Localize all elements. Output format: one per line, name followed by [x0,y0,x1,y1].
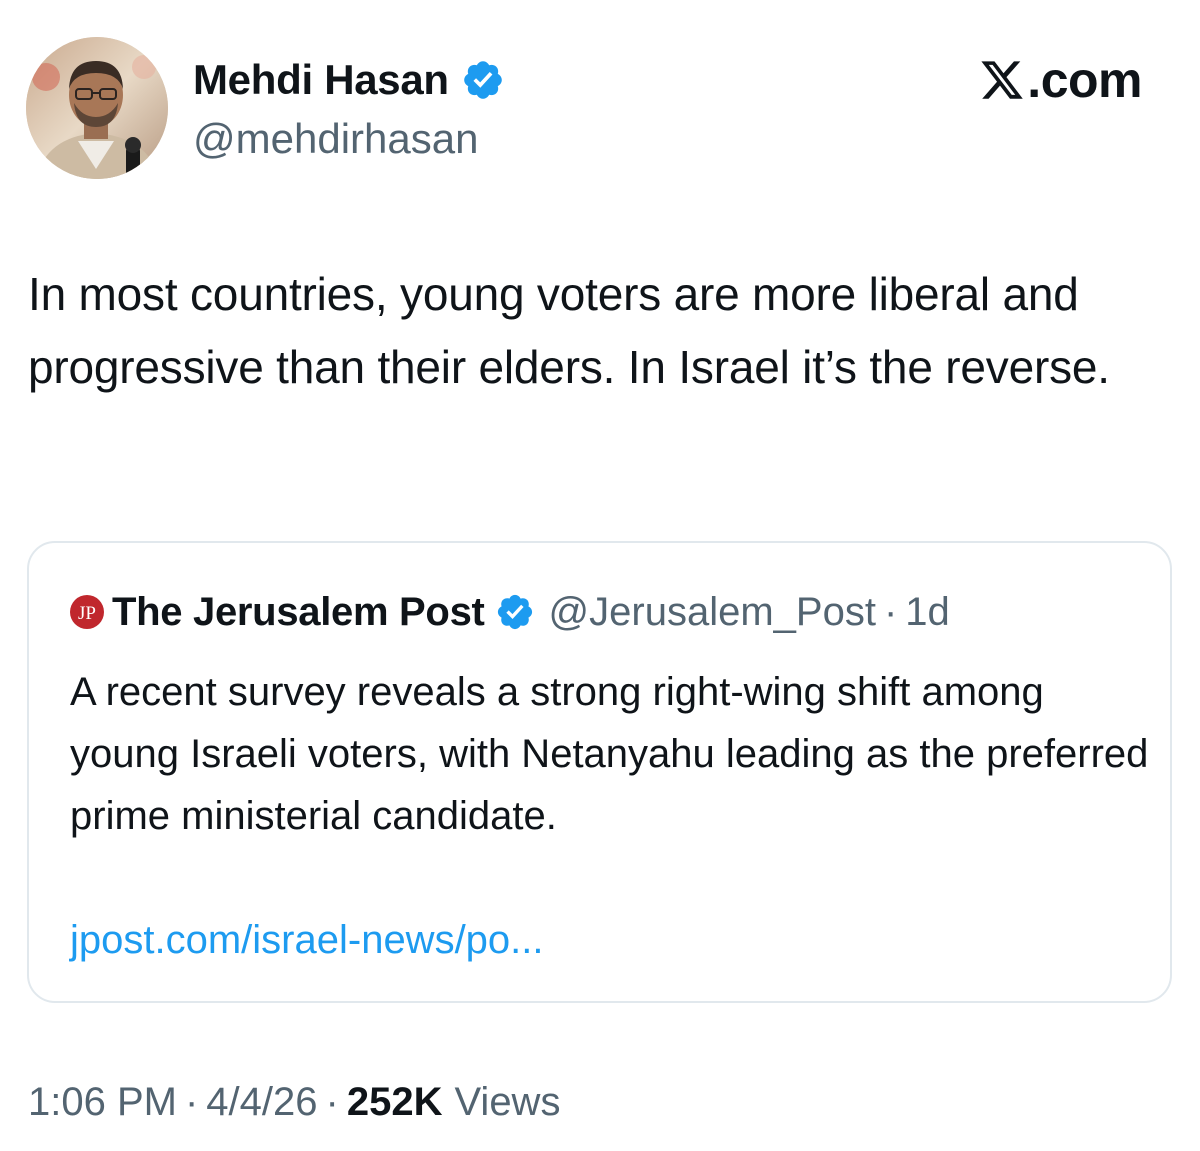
meta-separator: · [184,1080,199,1124]
quoted-tweet-link[interactable]: jpost.com/israel-news/po... [70,909,544,971]
x-com-brand: .com [979,52,1142,108]
x-logo-icon [981,61,1024,99]
views-count: 252K [346,1080,443,1124]
author-avatar[interactable] [26,37,168,179]
avatar-photo [26,37,168,179]
quoted-verified-badge-icon [497,594,532,630]
quoted-author-name[interactable]: The Jerusalem Post [112,590,485,635]
quoted-header-separator: · [883,589,898,634]
tweet-date[interactable]: 4/4/26 [206,1080,317,1125]
svg-text:JP: JP [78,603,96,624]
tweet-meta: 1:06 PM · 4/4/26 · 252K Views [28,1080,560,1125]
author-name-row[interactable]: Mehdi Hasan [193,55,505,105]
quoted-tweet-text: A recent survey reveals a strong right-w… [70,670,1149,838]
verified-badge-icon [463,61,502,99]
brand-domain-suffix: .com [1027,52,1142,108]
tweet-time[interactable]: 1:06 PM [28,1080,177,1125]
tweet-text: In most countries, young voters are more… [28,268,1110,393]
author-name[interactable]: Mehdi Hasan [193,56,449,104]
jerusalem-post-logo-icon: JP [70,595,104,629]
quoted-tweet-card[interactable]: JP The Jerusalem Post @Jerusalem_Post · … [27,541,1172,1003]
author-handle[interactable]: @mehdirhasan [193,115,478,163]
quoted-tweet-time[interactable]: 1d [905,590,950,635]
meta-separator: · [325,1080,339,1124]
views-label: Views [454,1080,561,1124]
quoted-tweet-header: JP The Jerusalem Post @Jerusalem_Post · … [70,587,950,637]
quoted-author-handle[interactable]: @Jerusalem_Post [549,590,876,635]
tweet-screenshot: Mehdi Hasan @mehdirhasan .com In most co… [0,0,1200,1151]
